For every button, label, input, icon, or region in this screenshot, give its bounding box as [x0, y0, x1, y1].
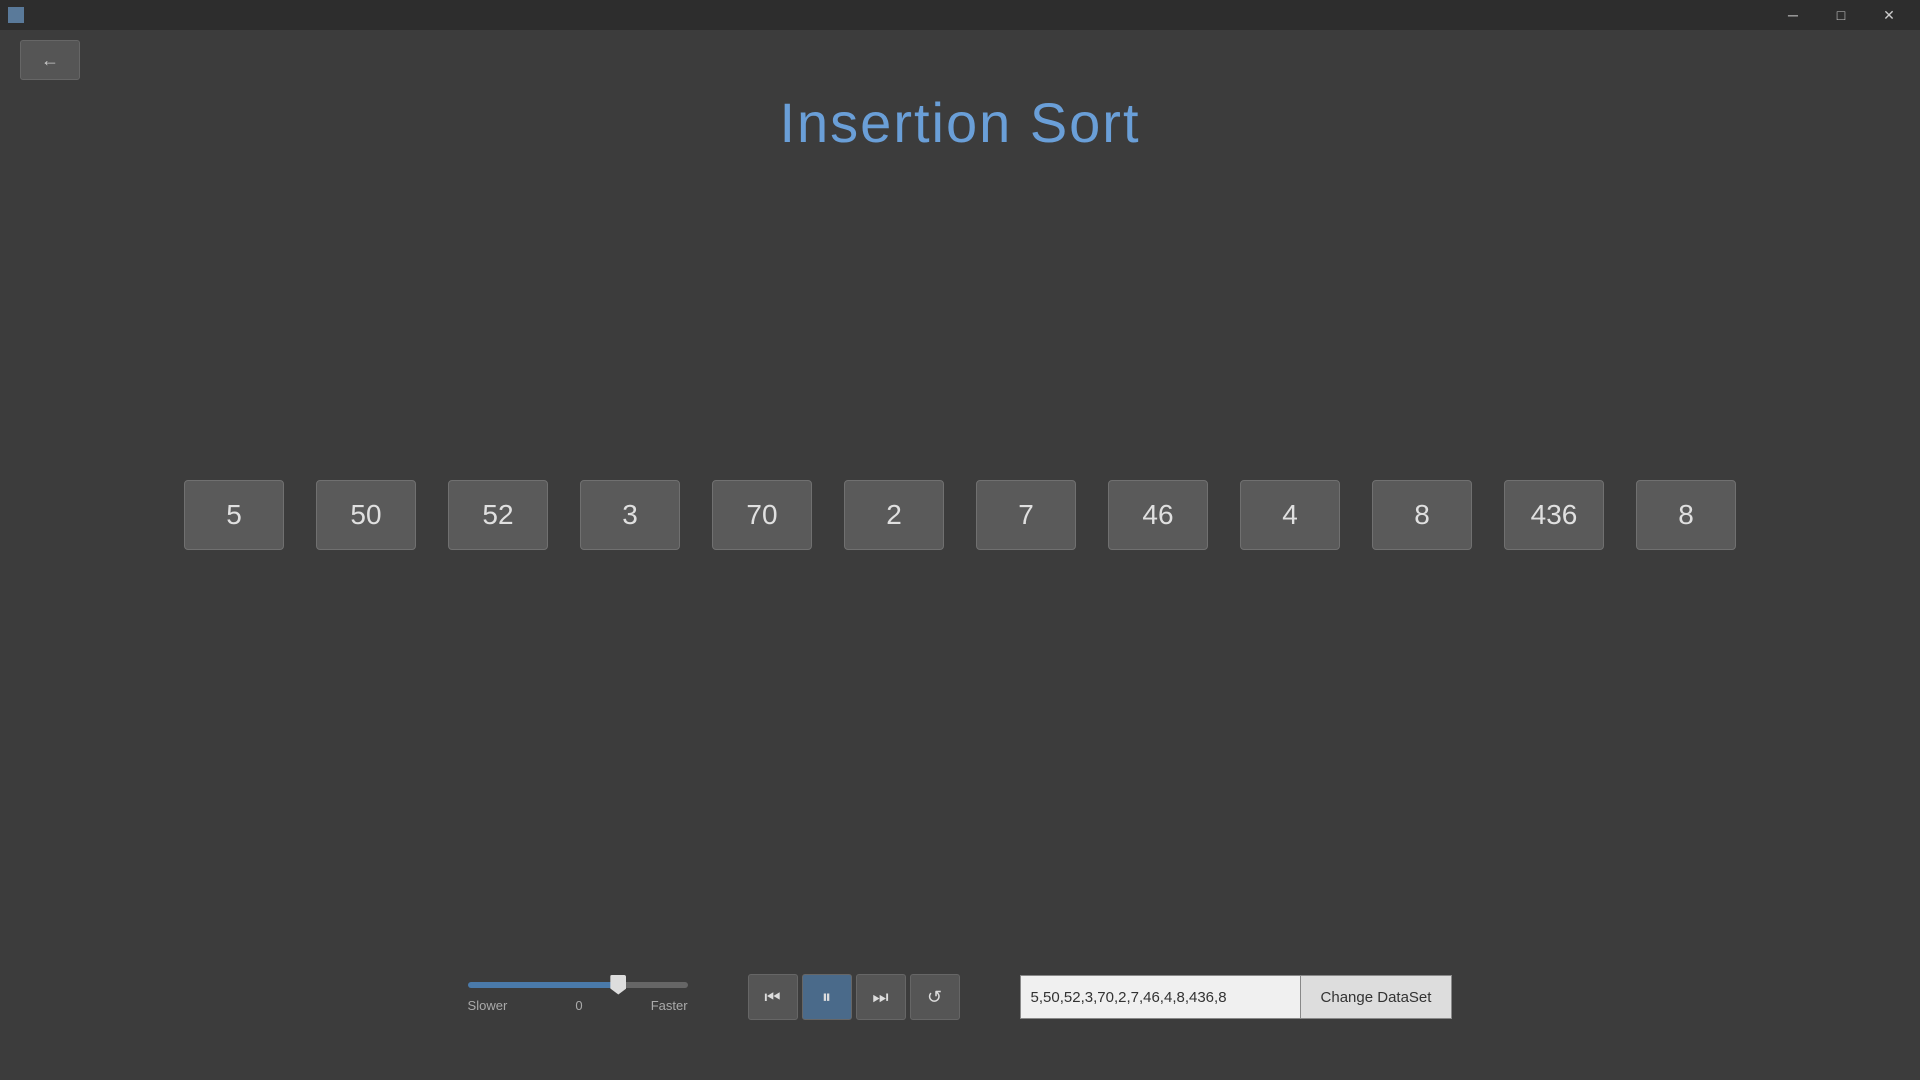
controls-area: Slower 0 Faster ⏮ ⏸ ⏭ ↺ Change DataSet: [0, 974, 1920, 1020]
dataset-input[interactable]: [1020, 975, 1300, 1019]
array-element: 70: [712, 480, 812, 550]
array-element: 50: [316, 480, 416, 550]
array-element: 5: [184, 480, 284, 550]
dataset-control: Change DataSet: [1020, 975, 1453, 1019]
title-bar-left: [8, 7, 30, 23]
array-element: 3: [580, 480, 680, 550]
forward-button[interactable]: ⏭: [856, 974, 906, 1020]
playback-controls: ⏮ ⏸ ⏭ ↺: [748, 974, 960, 1020]
speed-control: Slower 0 Faster: [468, 982, 688, 1013]
title-bar: ─ □ ✕: [0, 0, 1920, 30]
array-container: 550523702746484368: [0, 480, 1920, 550]
rewind-button[interactable]: ⏮: [748, 974, 798, 1020]
maximize-button[interactable]: □: [1818, 0, 1864, 30]
speed-slider[interactable]: [468, 982, 688, 988]
speed-labels: Slower 0 Faster: [468, 998, 688, 1013]
back-button[interactable]: ←: [20, 40, 80, 80]
app-icon: [8, 7, 24, 23]
array-element: 7: [976, 480, 1076, 550]
speed-label-faster: Faster: [651, 998, 688, 1013]
pause-button[interactable]: ⏸: [802, 974, 852, 1020]
array-element: 4: [1240, 480, 1340, 550]
array-element: 436: [1504, 480, 1604, 550]
array-element: 8: [1636, 480, 1736, 550]
reset-button[interactable]: ↺: [910, 974, 960, 1020]
array-element: 46: [1108, 480, 1208, 550]
array-element: 2: [844, 480, 944, 550]
array-element: 52: [448, 480, 548, 550]
speed-label-center: 0: [507, 998, 650, 1013]
speed-label-slower: Slower: [468, 998, 508, 1013]
change-dataset-button[interactable]: Change DataSet: [1300, 975, 1453, 1019]
array-element: 8: [1372, 480, 1472, 550]
page-title: Insertion Sort: [0, 90, 1920, 155]
minimize-button[interactable]: ─: [1770, 0, 1816, 30]
close-button[interactable]: ✕: [1866, 0, 1912, 30]
title-bar-controls: ─ □ ✕: [1770, 0, 1912, 30]
